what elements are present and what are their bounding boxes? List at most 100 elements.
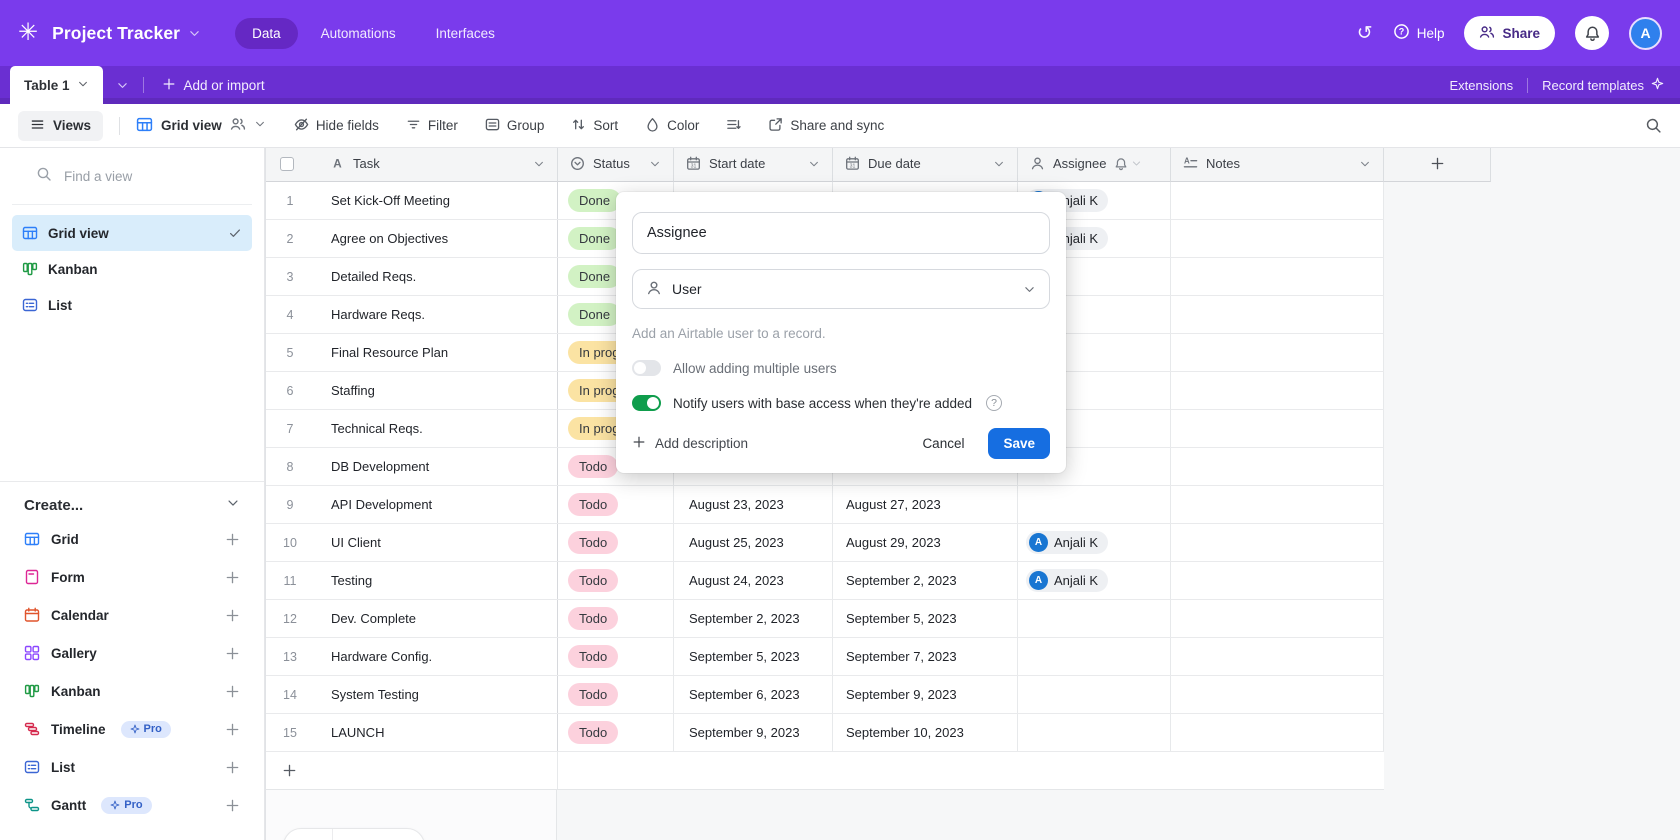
record-count-bar[interactable]	[283, 828, 425, 840]
sidebar-view-list[interactable]: List	[12, 287, 252, 323]
cell-assignee[interactable]	[1018, 486, 1171, 523]
cell-task[interactable]: Dev. Complete	[314, 600, 558, 637]
notify-users-toggle[interactable]	[632, 395, 661, 411]
hide-fields-button[interactable]: Hide fields	[294, 117, 379, 135]
cell-assignee[interactable]: AAnjali K	[1018, 524, 1171, 561]
cell-status[interactable]: Todo	[558, 638, 674, 675]
row-number[interactable]: 2	[266, 220, 314, 257]
create-section-header[interactable]: Create...	[24, 496, 240, 514]
help-circle-icon[interactable]: ?	[985, 395, 1002, 411]
plus-icon[interactable]	[225, 760, 240, 775]
select-all-checkbox[interactable]	[280, 156, 294, 171]
cell-task[interactable]: Agree on Objectives	[314, 220, 558, 257]
filter-button[interactable]: Filter	[406, 117, 458, 135]
chevron-down-icon[interactable]	[649, 158, 661, 170]
row-number[interactable]: 4	[266, 296, 314, 333]
cell-start-date[interactable]: September 2, 2023	[674, 600, 833, 637]
add-or-import-button[interactable]: Add or import	[150, 66, 277, 104]
cell-task[interactable]: Final Resource Plan	[314, 334, 558, 371]
field-type-select[interactable]: User	[632, 269, 1050, 309]
chevron-down-icon[interactable]	[808, 158, 820, 170]
create-item-calendar[interactable]: Calendar	[12, 596, 252, 634]
cell-task[interactable]: Technical Reqs.	[314, 410, 558, 447]
group-button[interactable]: Group	[485, 117, 544, 135]
cell-task[interactable]: System Testing	[314, 676, 558, 713]
create-item-list[interactable]: List	[12, 748, 252, 786]
cell-status[interactable]: Todo	[558, 714, 674, 751]
cell-task[interactable]: LAUNCH	[314, 714, 558, 751]
cell-due-date[interactable]: September 10, 2023	[833, 714, 1018, 751]
cell-assignee[interactable]	[1018, 714, 1171, 751]
row-number[interactable]: 10	[266, 524, 314, 561]
row-number[interactable]: 13	[266, 638, 314, 675]
cell-start-date[interactable]: September 5, 2023	[674, 638, 833, 675]
cell-start-date[interactable]: August 25, 2023	[674, 524, 833, 561]
cell-notes[interactable]	[1171, 296, 1384, 333]
cell-due-date[interactable]: August 27, 2023	[833, 486, 1018, 523]
row-number[interactable]: 14	[266, 676, 314, 713]
notifications-button[interactable]	[1575, 16, 1609, 50]
sidebar-view-kanban[interactable]: Kanban	[12, 251, 252, 287]
nav-tab-automations[interactable]: Automations	[304, 18, 413, 49]
save-button[interactable]: Save	[988, 428, 1050, 459]
record-templates-button[interactable]: Record templates	[1542, 77, 1664, 93]
cell-due-date[interactable]: September 5, 2023	[833, 600, 1018, 637]
cell-task[interactable]: Staffing	[314, 372, 558, 409]
plus-icon[interactable]	[225, 798, 240, 813]
chevron-down-icon[interactable]	[533, 158, 545, 170]
row-number[interactable]: 11	[266, 562, 314, 599]
cell-notes[interactable]	[1171, 258, 1384, 295]
cell-notes[interactable]	[1171, 448, 1384, 485]
cell-notes[interactable]	[1171, 638, 1384, 675]
add-row-plus[interactable]	[266, 752, 558, 789]
cell-due-date[interactable]: September 7, 2023	[833, 638, 1018, 675]
find-view-input[interactable]	[64, 168, 214, 184]
extensions-button[interactable]: Extensions	[1450, 78, 1514, 93]
plus-icon[interactable]	[225, 570, 240, 585]
cell-status[interactable]: Todo	[558, 676, 674, 713]
cell-notes[interactable]	[1171, 714, 1384, 751]
nav-tab-interfaces[interactable]: Interfaces	[419, 18, 512, 49]
row-number[interactable]: 7	[266, 410, 314, 447]
cell-task[interactable]: DB Development	[314, 448, 558, 485]
avatar[interactable]: A	[1629, 16, 1662, 50]
search-icon[interactable]	[1645, 117, 1662, 134]
cell-notes[interactable]	[1171, 486, 1384, 523]
share-and-sync-button[interactable]: Share and sync	[768, 117, 884, 135]
cell-assignee[interactable]	[1018, 676, 1171, 713]
views-button[interactable]: Views	[18, 110, 104, 141]
create-item-gallery[interactable]: Gallery	[12, 634, 252, 672]
cell-assignee[interactable]	[1018, 638, 1171, 675]
cell-task[interactable]: Detailed Reqs.	[314, 258, 558, 295]
row-height-button[interactable]	[726, 117, 742, 135]
cell-notes[interactable]	[1171, 600, 1384, 637]
cell-status[interactable]: Todo	[558, 600, 674, 637]
cell-due-date[interactable]: August 29, 2023	[833, 524, 1018, 561]
create-item-kanban[interactable]: Kanban	[12, 672, 252, 710]
row-number[interactable]: 3	[266, 258, 314, 295]
plus-icon[interactable]	[225, 722, 240, 737]
cell-assignee[interactable]: AAnjali K	[1018, 562, 1171, 599]
cell-notes[interactable]	[1171, 562, 1384, 599]
column-header-due-date[interactable]: 31 Due date	[833, 146, 1018, 182]
chevron-down-icon[interactable]	[993, 158, 1005, 170]
history-icon[interactable]: ↺	[1357, 22, 1373, 45]
cell-task[interactable]: UI Client	[314, 524, 558, 561]
tab-table-1[interactable]: Table 1	[10, 66, 103, 104]
row-number[interactable]: 12	[266, 600, 314, 637]
cell-notes[interactable]	[1171, 182, 1384, 219]
allow-multiple-users-toggle[interactable]	[632, 360, 661, 376]
cell-due-date[interactable]: September 9, 2023	[833, 676, 1018, 713]
cell-task[interactable]: Set Kick-Off Meeting	[314, 182, 558, 219]
row-number[interactable]: 15	[266, 714, 314, 751]
chevron-down-icon[interactable]	[1359, 158, 1371, 170]
column-header-notes[interactable]: A Notes	[1171, 146, 1384, 182]
cancel-button[interactable]: Cancel	[922, 436, 964, 451]
help-button[interactable]: ? Help	[1393, 23, 1444, 43]
cell-status[interactable]: Todo	[558, 486, 674, 523]
cell-task[interactable]: API Development	[314, 486, 558, 523]
plus-icon[interactable]	[225, 646, 240, 661]
plus-icon[interactable]	[225, 532, 240, 547]
cell-notes[interactable]	[1171, 220, 1384, 257]
row-number[interactable]: 9	[266, 486, 314, 523]
